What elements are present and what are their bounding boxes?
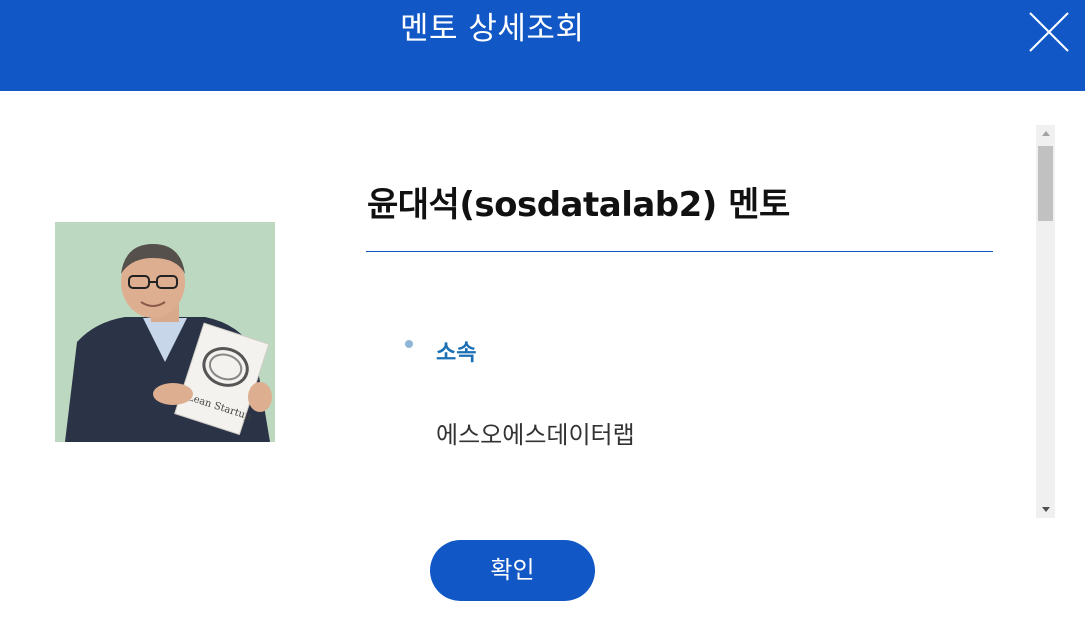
scroll-up-arrow-icon[interactable] xyxy=(1036,125,1055,142)
mentor-detail-modal: 멘토 상세조회 Lean Startup 윤대석(sosdatalab2) 멘토… xyxy=(0,0,1085,617)
modal-header: 멘토 상세조회 xyxy=(0,0,1085,91)
confirm-button[interactable]: 확인 xyxy=(430,540,595,601)
scroll-thumb[interactable] xyxy=(1038,146,1053,221)
content-scrollbar[interactable] xyxy=(1036,125,1055,518)
close-icon xyxy=(1029,12,1069,52)
modal-content: Lean Startup 윤대석(sosdatalab2) 멘토 소속 에스오에… xyxy=(0,91,1085,521)
affiliation-value: 에스오에스데이터랩 xyxy=(436,421,635,449)
affiliation-label: 소속 xyxy=(436,341,477,366)
mentor-name-heading: 윤대석(sosdatalab2) 멘토 xyxy=(367,185,790,225)
bullet-dot-icon xyxy=(405,340,413,348)
scroll-down-arrow-icon[interactable] xyxy=(1036,501,1055,518)
modal-title: 멘토 상세조회 xyxy=(400,11,585,47)
close-button[interactable] xyxy=(1027,10,1071,54)
mentor-photo: Lean Startup xyxy=(55,222,275,442)
heading-divider xyxy=(366,251,993,252)
